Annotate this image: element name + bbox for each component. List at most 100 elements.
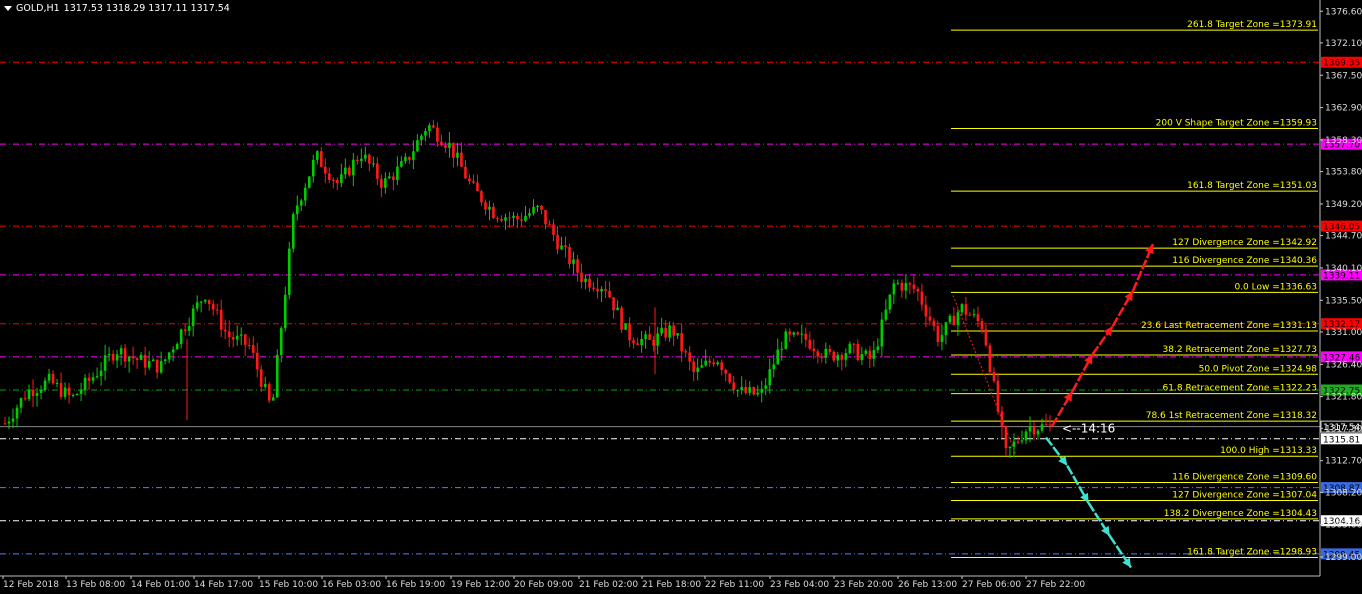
candle-body	[444, 145, 447, 148]
candle-body	[956, 312, 960, 326]
candle-body	[804, 333, 808, 340]
candle-body	[960, 304, 964, 313]
candle-body	[792, 332, 796, 335]
x-tick-label: 12 Feb 2018	[3, 580, 59, 590]
candle-body	[916, 288, 920, 292]
candle-body	[540, 205, 543, 210]
candle-body	[15, 407, 19, 419]
chevron-down-icon[interactable]	[4, 6, 12, 11]
candle-body	[352, 159, 355, 176]
candle-body	[892, 283, 896, 295]
y-tick-label: 1321.80	[1325, 393, 1362, 403]
candle-body	[612, 297, 615, 311]
candle-body	[83, 377, 87, 391]
candle-body	[380, 178, 383, 188]
candle-body	[884, 309, 888, 320]
candle-body	[203, 299, 207, 302]
candle-body	[255, 352, 259, 370]
candle-body	[71, 394, 75, 396]
x-tick-label: 21 Feb 18:00	[642, 580, 701, 590]
candle-body	[47, 373, 51, 381]
candle-body	[708, 360, 711, 363]
y-tick-label: 1344.70	[1325, 232, 1362, 242]
candle-body	[872, 350, 876, 359]
candle-body	[764, 385, 768, 389]
candle-body	[79, 390, 83, 394]
candle-body	[832, 351, 836, 361]
candle-body	[620, 307, 623, 330]
y-tick-label: 1308.20	[1325, 488, 1362, 498]
y-tick-label: 1326.40	[1325, 360, 1362, 370]
candle-body	[984, 329, 988, 346]
candle-body	[287, 248, 291, 295]
fib-level-label: 100.0 High =1313.33	[1220, 446, 1317, 456]
candle-body	[828, 348, 832, 352]
candle-body	[928, 316, 932, 321]
candle-body	[119, 348, 123, 355]
x-tick-label: 13 Feb 08:00	[66, 580, 125, 590]
candle-body	[628, 323, 631, 341]
candle-body	[412, 151, 415, 160]
candle-body	[980, 321, 984, 330]
y-tick-label: 1317.30	[1325, 424, 1362, 434]
candle-body	[720, 362, 723, 370]
candle-body	[648, 334, 651, 340]
candle-body	[904, 283, 908, 291]
candle-body	[111, 353, 115, 361]
level-price-label: 1369.35	[1323, 59, 1360, 69]
fib-level-label: 127 Divergence Zone =1342.92	[1172, 238, 1317, 248]
candle-body	[19, 398, 23, 408]
candle-body	[664, 327, 667, 338]
candle-body	[880, 319, 884, 347]
fib-level-label: 38.2 Retracement Zone =1327.73	[1163, 345, 1317, 355]
candle-body	[908, 283, 912, 285]
candle-body	[512, 215, 515, 218]
price-chart[interactable]: 1369.351357.701346.051339.111332.171327.…	[0, 0, 1362, 594]
candle-body	[852, 343, 856, 345]
candle-body	[1008, 446, 1012, 449]
candle-body	[364, 154, 367, 159]
candle-body	[756, 392, 760, 395]
candle-body	[1040, 424, 1044, 431]
candle-body	[824, 348, 828, 358]
down-arrow-head	[1058, 455, 1068, 466]
bar-countdown: <--14:16	[1062, 422, 1115, 436]
candle-body	[988, 345, 992, 373]
candle-body	[1016, 441, 1020, 443]
candle-body	[944, 322, 948, 336]
candle-body	[55, 382, 59, 384]
candle-body	[207, 299, 211, 305]
candle-body	[428, 125, 431, 131]
candle-body	[940, 335, 944, 342]
candle-body	[163, 359, 167, 362]
candle-body	[340, 174, 343, 183]
candle-body	[504, 217, 507, 221]
x-tick-label: 15 Feb 10:00	[259, 580, 318, 590]
y-tick-label: 1358.30	[1325, 136, 1362, 146]
candle-body	[636, 343, 639, 345]
candle-body	[604, 288, 607, 291]
candle-body	[820, 356, 824, 358]
candle-body	[780, 348, 784, 350]
candle-body	[704, 360, 707, 366]
candle-body	[11, 418, 15, 422]
candle-body	[564, 245, 567, 248]
candle-body	[660, 327, 663, 334]
candle-body	[732, 382, 735, 391]
candle-body	[324, 166, 327, 174]
candle-body	[680, 333, 683, 352]
candle-body	[860, 353, 864, 360]
candle-body	[43, 380, 47, 390]
candle-body	[716, 362, 719, 365]
candle-body	[488, 206, 491, 210]
candle-body	[199, 301, 203, 303]
candle-body	[668, 325, 671, 338]
candle-body	[844, 353, 848, 360]
candle-body	[135, 358, 139, 360]
ohlc-readout: 1317.53 1318.29 1317.11 1317.54	[63, 3, 230, 14]
candle-body	[848, 343, 852, 354]
candle-body	[227, 331, 231, 338]
candle-body	[840, 354, 844, 360]
fib-level-label: 127 Divergence Zone =1307.04	[1172, 490, 1317, 500]
chart-title[interactable]: GOLD,H1 1317.53 1318.29 1317.11 1317.54	[4, 3, 230, 14]
